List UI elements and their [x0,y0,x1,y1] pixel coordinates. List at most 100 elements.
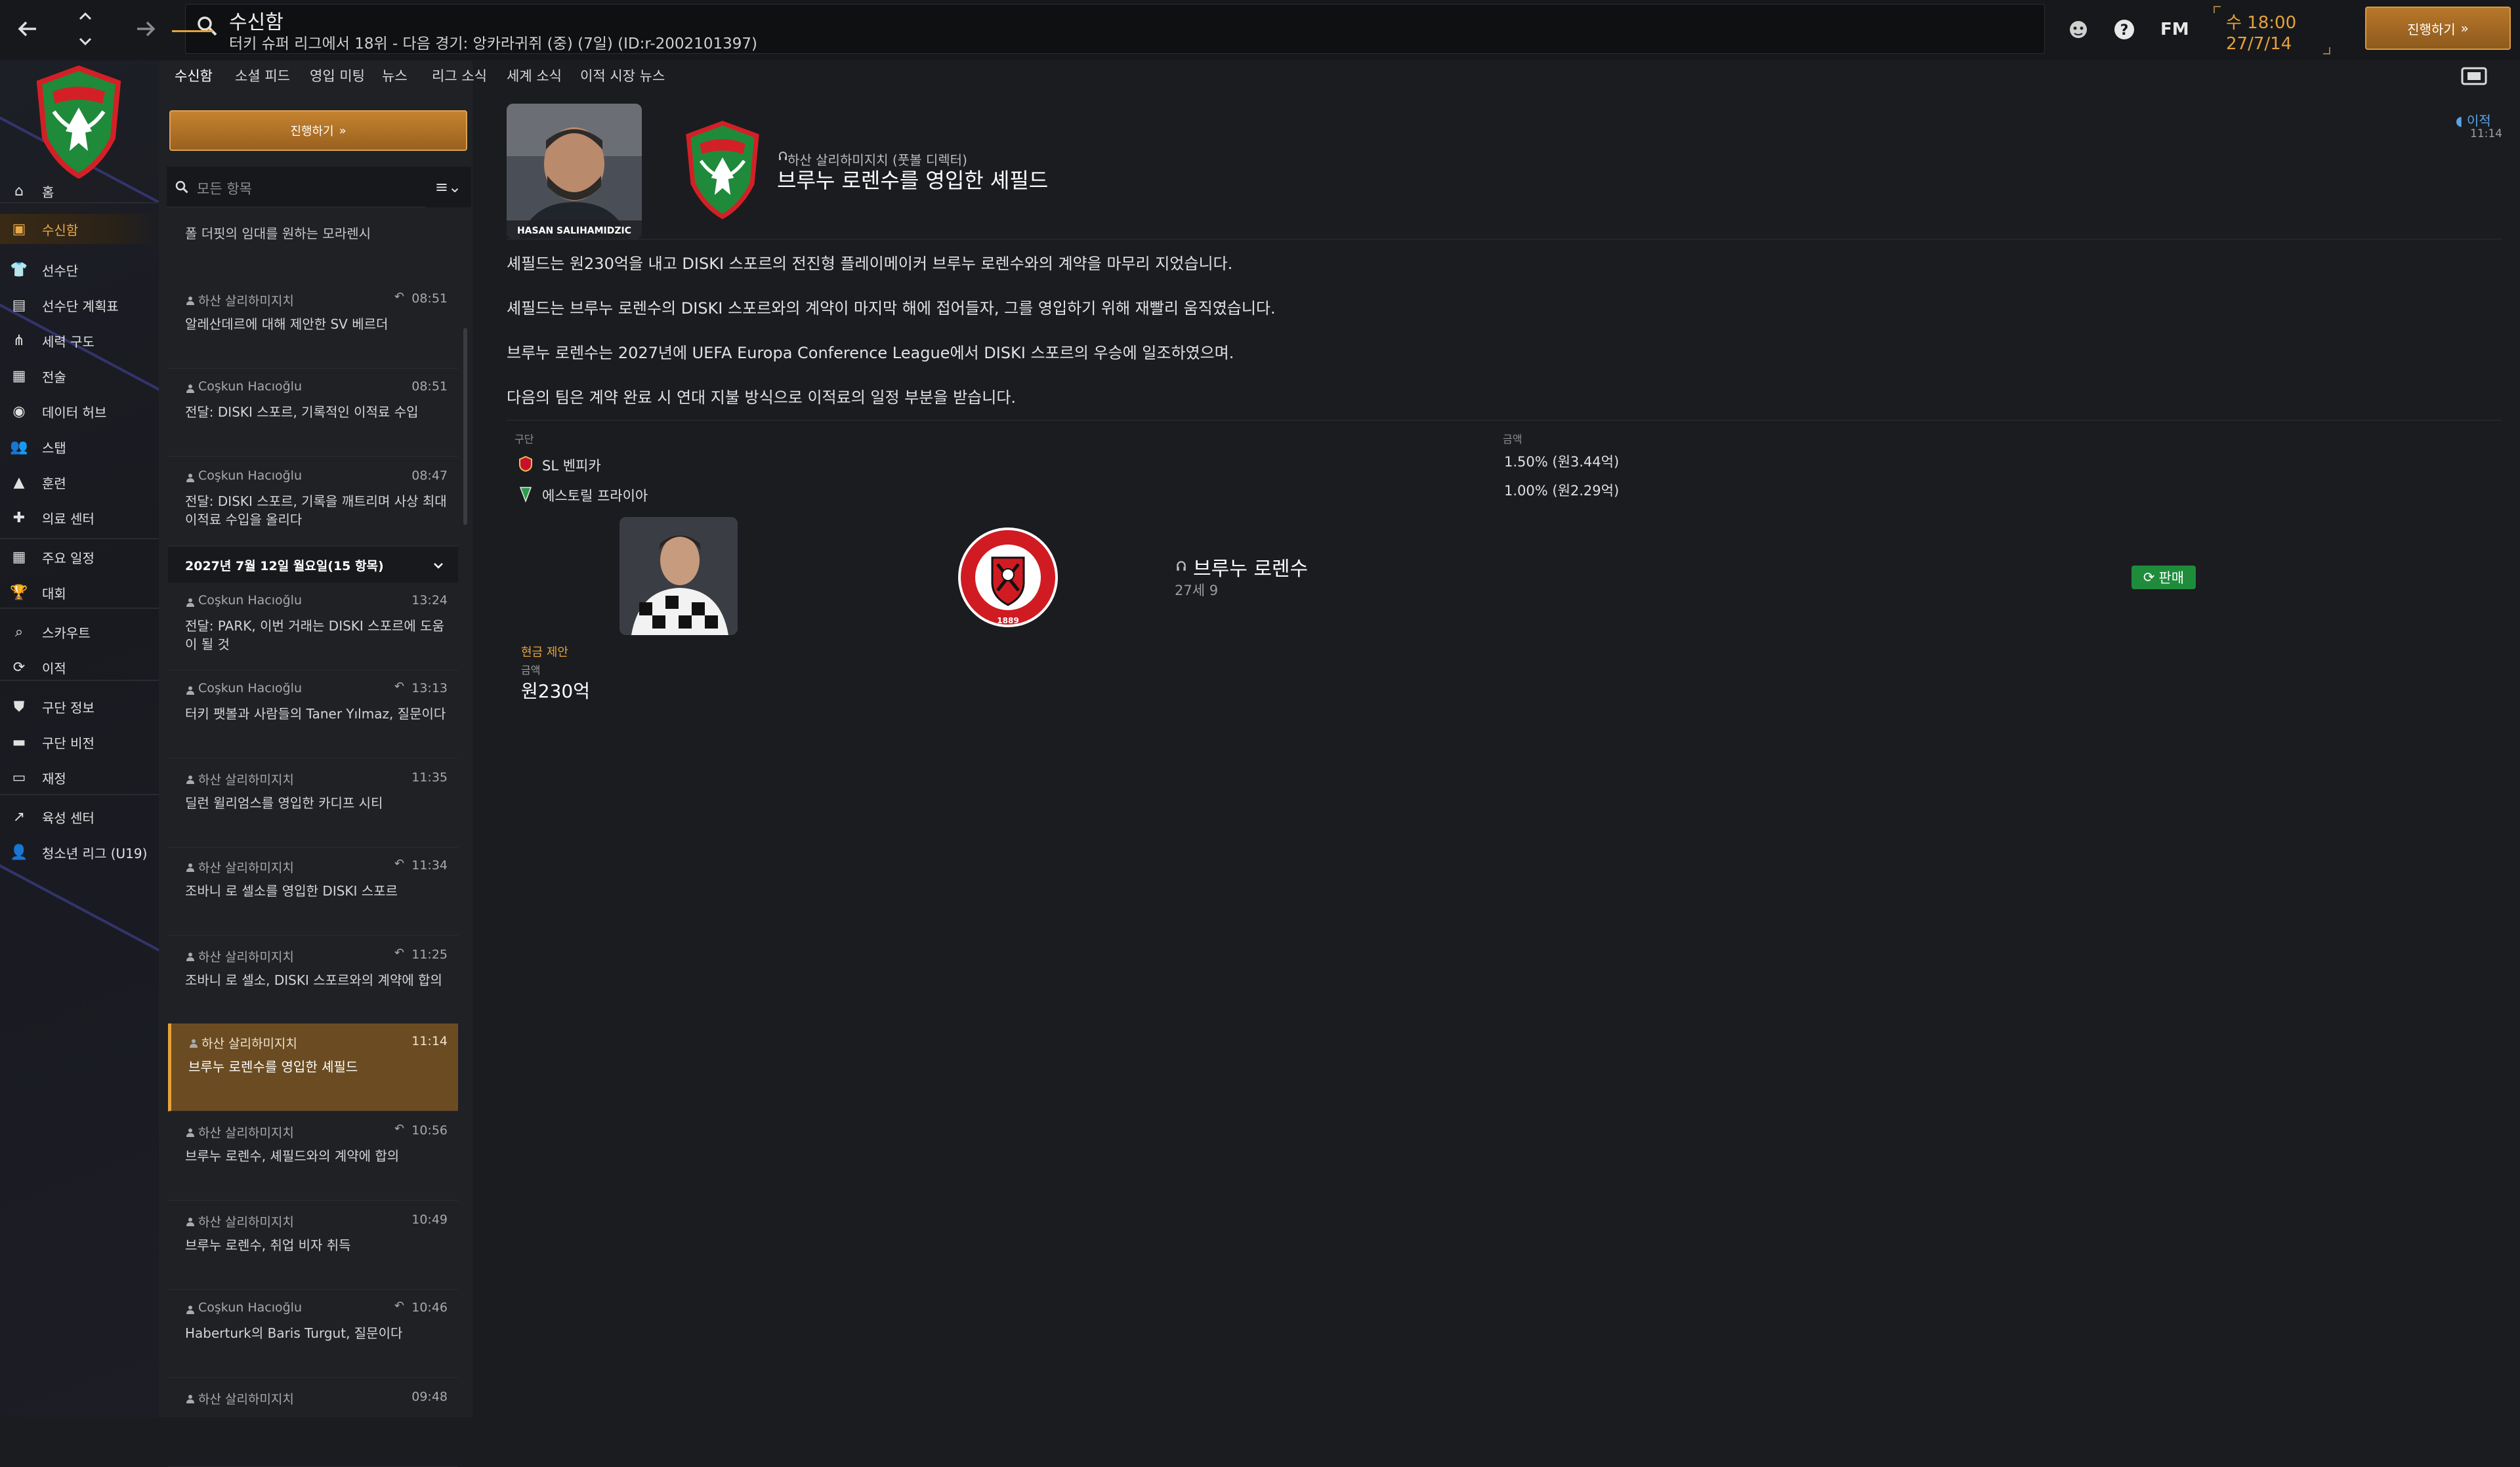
person-icon [186,951,194,961]
development-icon: ↗ [12,808,26,825]
table-row-amount: 1.50% (원3.44억) [1504,454,1620,470]
sidebar-item[interactable]: 👥 스탭 [0,432,159,462]
message-subject: 조바니 로 셀소, DISKI 스포르와의 계약에 합의 [185,972,442,988]
manager-face-icon[interactable] [2063,14,2093,45]
tab-inbox[interactable]: 수신함 [175,66,213,85]
tab-recruitment-meeting[interactable]: 영입 미팅 [310,66,365,85]
date-group-header[interactable]: 2027년 7월 12일 월요일(15 항목) [168,547,458,583]
up-down-icon[interactable] [66,5,105,52]
reply-icon: ↶ [394,680,404,693]
continue-button[interactable]: 진행하기 » [2365,7,2511,50]
current-date: 27/7/14 [2226,34,2292,54]
sidebar-item-label: 구단 정보 [42,699,94,716]
message-sender: 하산 살리하미지치 [198,950,294,964]
message-list-item[interactable]: 하산 살리하미지치 09:48 [168,1379,458,1467]
message-list-item[interactable]: 하산 살리하미지치 11:35 딜런 윌리엄스를 영입한 카디프 시티 [168,760,458,848]
help-icon[interactable]: ? [2109,14,2139,45]
sheffield-united-crest[interactable]: 1889 [956,525,1060,630]
sort-menu-button[interactable]: ≡⌄ [425,167,471,207]
message-list-item[interactable]: Coşkun Hacıoğlu 08:51 전달: DISKI 스포르, 기록적인 … [168,369,458,457]
sidebar-item[interactable]: ⌕ 스카우트 [0,617,159,647]
fm-logo[interactable]: FM [2160,20,2189,39]
message-category[interactable]: ◖ 이적 [2456,110,2491,129]
sidebar-item[interactable]: ⋔ 세력 구도 [0,325,159,356]
sidebar-item-label: 이적 [42,660,66,676]
shirt-icon: 👕 [10,261,28,278]
medical-icon: ✚ [12,509,26,526]
message-headline: 브루누 로렌수를 영입한 셰필드 [777,168,1049,193]
message-filter[interactable]: 모든 항목 [167,167,425,207]
back-arrow-icon[interactable] [8,9,47,49]
sidebar-item[interactable]: ▲ 훈련 [0,467,159,497]
message-subject: 터키 팻볼과 사람들의 Taner Yılmaz, 질문이다 [185,706,446,722]
sender-photo: HASAN SALIHAMIDZIC [507,104,642,239]
message-list-item[interactable]: Coşkun Hacıoğlu 13:24 전달: PARK, 이번 거래는 DIS… [168,583,458,671]
message-list-item[interactable]: 하산 살리하미지치 10:56 브루누 로렌수, 셰필드와의 계약에 합의 ↶ [168,1113,458,1201]
sidebar-item[interactable]: 🏆 대회 [0,577,159,608]
partial-message-subject[interactable]: 폴 더핏의 임대를 원하는 모라렌시 [185,223,371,242]
message-list-item[interactable]: 하산 살리하미지치 11:25 조바니 로 셀소, DISKI 스포르와의 계약에 … [168,937,458,1025]
double-chevron-icon: » [339,123,346,138]
network-icon: ⋔ [12,332,26,349]
message-list-item[interactable]: 하산 살리하미지치 11:14 브루누 로렌수를 영입한 셰필드 [168,1023,458,1111]
calendar-icon: ▦ [12,548,26,566]
person-icon [186,1216,194,1226]
fee-value: 원230억 [521,680,590,702]
message-list-item[interactable]: Coşkun Hacıoğlu 08:47 전달: DISKI 스포르, 기록을 깨… [168,458,458,546]
sidebar-item[interactable]: ▦ 주요 일정 [0,542,159,572]
tactics-icon: ▦ [12,367,26,384]
forward-arrow-icon[interactable] [126,9,165,49]
sidebar-item[interactable]: ↗ 육성 센터 [0,802,159,832]
sidebar-divider [0,680,159,681]
message-list-item[interactable]: Coşkun Hacıoğlu 13:13 터키 팻볼과 사람들의 Taner Yı… [168,671,458,758]
reply-icon: ↶ [394,1122,404,1136]
sidebar-item-label: 전술 [42,369,66,385]
player-photo[interactable] [620,517,738,635]
sidebar-item-label: 구단 비전 [42,735,94,751]
reply-icon: ↶ [394,290,404,304]
tab-news[interactable]: 뉴스 [382,66,408,85]
top-bar: 수신함 터키 슈퍼 리그에서 18위 - 다음 경기: 앙카라귀쥐 (중) (7… [0,0,2520,60]
person-icon [186,295,194,305]
sidebar-item[interactable]: ◉ 데이터 허브 [0,396,159,426]
table-row-club[interactable]: SL 벤피카 [542,455,601,475]
sidebar-item[interactable]: ▣ 수신함 [0,214,159,244]
list-scrollbar[interactable] [463,328,467,525]
sidebar-item[interactable]: ✚ 의료 센터 [0,503,159,533]
club-badge[interactable] [34,65,123,179]
sale-badge[interactable]: ⟳ 판매 [2132,566,2196,589]
message-time: 13:13 [411,681,448,695]
table-header-amount: 금액 [1503,433,1522,445]
message-subject: 브루누 로렌수, 셰필드와의 계약에 합의 [185,1148,400,1164]
message-list-item[interactable]: Coşkun Hacıoğlu 10:46 Haberturk의 Baris Tur… [168,1290,458,1378]
sidebar-item[interactable]: ⟳ 이적 [0,652,159,682]
tab-transfer-news[interactable]: 이적 시장 뉴스 [580,66,665,85]
tab-league-news[interactable]: 리그 소식 [432,66,487,85]
sidebar-item-label: 스카우트 [42,625,91,641]
sidebar-item[interactable]: ▭ 재정 [0,762,159,793]
club-badge-small[interactable] [684,121,761,220]
filter-placeholder: 모든 항목 [197,181,252,197]
continue-button-list[interactable]: 진행하기 » [169,110,467,151]
table-row-club[interactable]: 에스토릴 프라이아 [542,486,648,505]
svg-text:1889: 1889 [997,616,1018,625]
sidebar-item[interactable]: ▦ 전술 [0,361,159,391]
sidebar-item[interactable]: 👤 청소년 리그 (U19) [0,837,159,867]
message-list-item[interactable]: 하산 살리하미지치 10:49 브루누 로렌수, 취업 비자 취득 [168,1202,458,1290]
player-name[interactable]: 브루누 로렌수 [1193,552,1308,581]
tab-world-news[interactable]: 세계 소식 [507,66,562,85]
sidebar-item[interactable]: 👕 선수단 [0,255,159,285]
tab-social-feed[interactable]: 소셜 피드 [235,66,290,85]
ticket-icon[interactable] [2460,63,2488,89]
sidebar-item[interactable]: ▬ 구단 비전 [0,727,159,757]
message-list-item[interactable]: 하산 살리하미지치 11:34 조바니 로 셀소를 영입한 DISKI 스포르 ↶ [168,848,458,936]
list-sort-icon: ≡⌄ [434,178,462,196]
message-list-item[interactable]: 하산 살리하미지치 08:51 알레산데르에 대해 제안한 SV 베르더 ↶ [168,281,458,369]
search-bar[interactable]: 수신함 터키 슈퍼 리그에서 18위 - 다음 경기: 앙카라귀쥐 (중) (7… [185,4,2045,54]
sidebar-item[interactable]: ⛊ 구단 정보 [0,692,159,722]
sidebar-item-label: 육성 센터 [42,810,94,826]
youth-icon: 👤 [10,844,28,861]
sidebar-item[interactable]: ▤ 선수단 계획표 [0,290,159,320]
message-sender: Coşkun Hacıoğlu [198,1300,302,1315]
game-date-time[interactable]: 수 18:00 27/7/14 [2213,5,2331,55]
